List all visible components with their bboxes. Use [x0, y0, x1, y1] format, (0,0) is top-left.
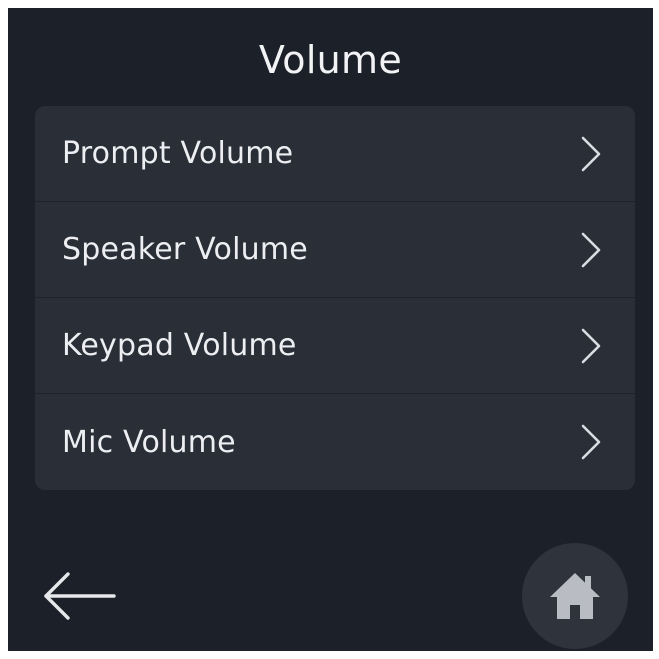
volume-screen: Volume Prompt Volume Speaker Volume Keyp… [8, 8, 653, 651]
volume-menu-list: Prompt Volume Speaker Volume Keypad Volu… [35, 106, 635, 490]
home-icon [550, 573, 600, 619]
menu-item-keypad-volume[interactable]: Keypad Volume [35, 298, 635, 394]
menu-item-mic-volume[interactable]: Mic Volume [35, 394, 635, 490]
menu-item-label: Speaker Volume [62, 232, 308, 267]
chevron-right-icon [581, 424, 601, 460]
chevron-right-icon [581, 232, 601, 267]
page-title: Volume [258, 38, 403, 82]
back-button[interactable] [38, 570, 118, 622]
arrow-left-icon [44, 572, 116, 620]
chevron-right-icon [581, 328, 601, 363]
menu-item-label: Keypad Volume [62, 328, 297, 363]
home-button[interactable] [522, 543, 628, 649]
menu-item-label: Mic Volume [62, 424, 236, 460]
menu-item-label: Prompt Volume [62, 136, 294, 171]
chevron-right-icon [581, 136, 601, 171]
menu-item-prompt-volume[interactable]: Prompt Volume [35, 106, 635, 202]
menu-item-speaker-volume[interactable]: Speaker Volume [35, 202, 635, 298]
